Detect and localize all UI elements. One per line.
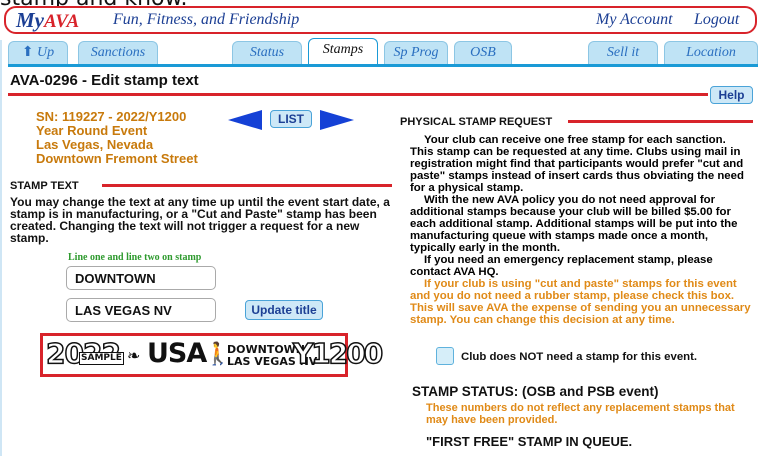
tab-sp-prog[interactable]: Sp Prog [384, 41, 448, 64]
tab-stamps[interactable]: Stamps [308, 38, 378, 64]
top-header-bar: MyAVA Fun, Fitness, and Friendship My Ac… [4, 6, 757, 34]
event-sanction-number: SN: 119227 - 2022/Y1200 [36, 109, 187, 124]
no-stamp-needed-checkbox[interactable] [436, 347, 454, 365]
no-stamp-needed-label: Club does NOT need a stamp for this even… [461, 351, 698, 363]
event-location: Downtown Fremont Street [36, 151, 198, 166]
stamp-line-one-input[interactable] [66, 266, 216, 290]
physical-stamp-divider [568, 120, 753, 123]
page-title: AVA-0296 - Edit stamp text [10, 72, 199, 89]
physical-paragraph-3: If you need an emergency replacement sta… [410, 254, 713, 278]
tab-bar: ⬆ Up Sanctions Status Stamps Sp Prog OSB… [8, 38, 758, 64]
my-account-link[interactable]: My Account [596, 11, 673, 29]
physical-stamp-text: Your club can receive one free stamp for… [410, 134, 752, 326]
ava-logo-icon: ❧ [127, 346, 141, 365]
event-info: SN: 119227 - 2022/Y1200 Year Round Event… [36, 110, 198, 166]
left-border [0, 40, 2, 456]
stamp-lines-label: Line one and line two on stamp [68, 252, 202, 263]
tab-osb[interactable]: OSB [454, 41, 512, 64]
event-type: Year Round Event [36, 123, 148, 138]
stamp-text-divider [102, 184, 392, 187]
tab-sanctions[interactable]: Sanctions [78, 41, 158, 64]
previous-arrow-icon[interactable] [228, 110, 262, 130]
list-button[interactable]: LIST [270, 110, 312, 128]
physical-stamp-heading: PHYSICAL STAMP REQUEST [400, 116, 553, 128]
logout-link[interactable]: Logout [694, 11, 739, 29]
tab-status[interactable]: Status [232, 41, 302, 64]
help-button[interactable]: Help [710, 86, 753, 104]
stamp-line-two-input[interactable] [66, 298, 216, 322]
title-divider [8, 93, 708, 96]
next-arrow-icon[interactable] [320, 110, 354, 130]
stamp-queue-status: "FIRST FREE" STAMP IN QUEUE. [426, 434, 633, 449]
tab-sell-it[interactable]: Sell it [588, 41, 658, 64]
physical-paragraph-4: If your club is using "cut and paste" st… [410, 278, 751, 326]
tab-up[interactable]: ⬆ Up [8, 41, 68, 64]
stamp-status-heading: STAMP STATUS: (OSB and PSB event) [412, 384, 659, 399]
myava-logo[interactable]: MyAVA [16, 8, 79, 33]
stamp-text-heading: STAMP TEXT [10, 180, 79, 192]
stamp-status-note: These numbers do not reflect any replace… [426, 402, 735, 426]
logo-accent: AVA [44, 11, 80, 32]
update-title-button[interactable]: Update title [245, 300, 323, 320]
physical-paragraph-1: Your club can receive one free stamp for… [410, 134, 744, 194]
stamp-usa: USA [147, 338, 207, 369]
physical-paragraph-2: With the new AVA policy you do not need … [410, 194, 738, 254]
stamp-sample-label: SAMPLE [79, 352, 124, 365]
logo-main: My [16, 8, 44, 32]
tab-location[interactable]: Location [664, 41, 758, 64]
tagline: Fun, Fitness, and Friendship [113, 11, 300, 28]
stamp-text-instructions: You may change the text at any time up u… [10, 195, 390, 245]
event-city: Las Vegas, Nevada [36, 137, 154, 152]
up-arrow-icon: ⬆ [21, 45, 34, 60]
stamp-preview: 2022 SAMPLE ❧ USA 🚶 DOWNTOWN LAS VEGAS N… [40, 333, 384, 377]
tab-underline [8, 64, 758, 67]
tab-up-label: Up [37, 45, 55, 60]
stamp-code: Y1200 [292, 336, 384, 371]
